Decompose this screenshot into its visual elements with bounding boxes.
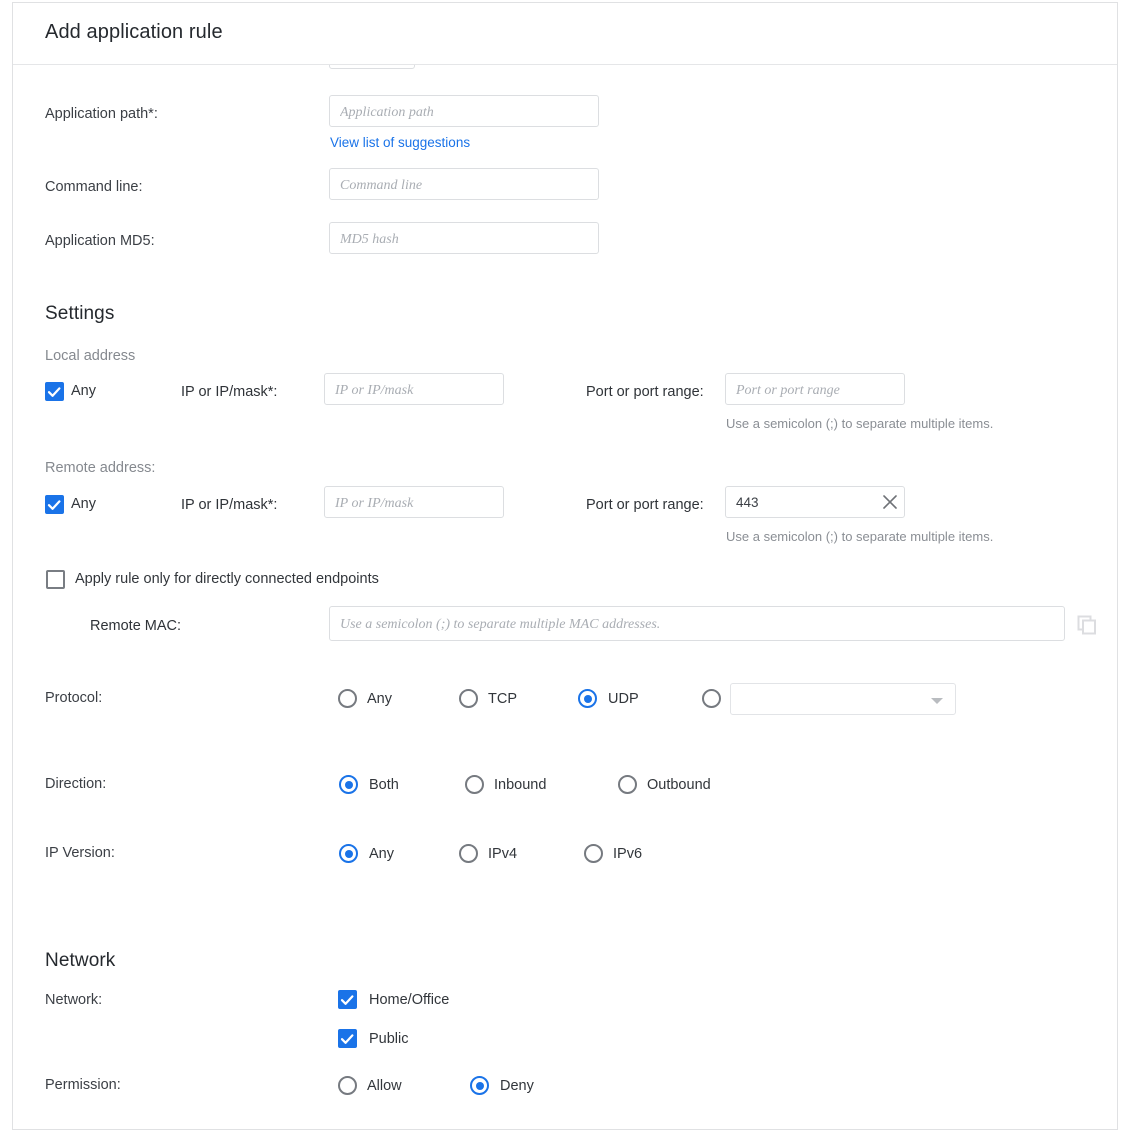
- remote-ip-label: IP or IP/mask*:: [181, 497, 277, 513]
- remote-port-input[interactable]: [725, 486, 905, 518]
- clipped-field-above[interactable]: [329, 65, 415, 69]
- protocol-custom-select[interactable]: [730, 683, 956, 715]
- check-icon: [47, 385, 62, 399]
- add-application-rule-dialog: Add application rule Application path*: …: [12, 2, 1118, 1130]
- direction-label-inbound: Inbound: [494, 777, 546, 793]
- command-line-input[interactable]: [329, 168, 599, 200]
- ip-version-label: IP Version:: [45, 845, 115, 861]
- close-icon: [879, 491, 901, 513]
- local-ip-input[interactable]: [324, 373, 504, 405]
- check-icon: [340, 1032, 355, 1046]
- remote-mac-label: Remote MAC:: [90, 618, 181, 634]
- local-port-input[interactable]: [725, 373, 905, 405]
- remote-port-label: Port or port range:: [586, 497, 704, 513]
- ip-version-radio-any[interactable]: [339, 844, 358, 863]
- permission-label-allow: Allow: [367, 1078, 402, 1094]
- settings-section-title: Settings: [45, 303, 114, 325]
- application-md5-label: Application MD5:: [45, 233, 155, 249]
- protocol-label-any: Any: [367, 691, 392, 707]
- network-checkbox-public[interactable]: [338, 1029, 357, 1048]
- remote-port-clear-button[interactable]: [879, 491, 901, 513]
- remote-mac-input[interactable]: [329, 606, 1065, 641]
- protocol-label-tcp: TCP: [488, 691, 517, 707]
- remote-address-group-label: Remote address:: [45, 460, 155, 476]
- remote-port-hint: Use a semicolon (;) to separate multiple…: [726, 529, 993, 544]
- protocol-radio-custom[interactable]: [702, 689, 721, 708]
- protocol-radio-udp[interactable]: [578, 689, 597, 708]
- local-port-label: Port or port range:: [586, 384, 704, 400]
- directly-connected-endpoints-checkbox[interactable]: [46, 570, 65, 589]
- ip-version-radio-ipv6[interactable]: [584, 844, 603, 863]
- dialog-header: Add application rule: [13, 3, 1117, 65]
- permission-label-deny: Deny: [500, 1078, 534, 1094]
- application-path-input[interactable]: [329, 95, 599, 127]
- local-ip-label: IP or IP/mask*:: [181, 384, 277, 400]
- direction-radio-inbound[interactable]: [465, 775, 484, 794]
- direction-label-both: Both: [369, 777, 399, 793]
- application-md5-input[interactable]: [329, 222, 599, 254]
- permission-radio-deny[interactable]: [470, 1076, 489, 1095]
- local-any-checkbox[interactable]: [45, 382, 64, 401]
- copy-icon[interactable]: [1075, 613, 1099, 642]
- ip-version-label-ipv4: IPv4: [488, 846, 517, 862]
- command-line-label: Command line:: [45, 179, 143, 195]
- dialog-body: Application path*: View list of suggesti…: [13, 65, 1117, 1129]
- network-checkbox-home-office[interactable]: [338, 990, 357, 1009]
- view-list-of-suggestions-link[interactable]: View list of suggestions: [330, 135, 470, 150]
- local-port-hint: Use a semicolon (;) to separate multiple…: [726, 416, 993, 431]
- network-label: Network:: [45, 992, 102, 1008]
- local-any-label: Any: [71, 383, 96, 399]
- permission-radio-allow[interactable]: [338, 1076, 357, 1095]
- page-title: Add application rule: [45, 21, 223, 44]
- direction-radio-both[interactable]: [339, 775, 358, 794]
- network-label-public: Public: [369, 1031, 409, 1047]
- ip-version-radio-ipv4[interactable]: [459, 844, 478, 863]
- directly-connected-endpoints-label: Apply rule only for directly connected e…: [75, 571, 379, 587]
- ip-version-label-any: Any: [369, 846, 394, 862]
- local-address-group-label: Local address: [45, 348, 135, 364]
- network-label-home-office: Home/Office: [369, 992, 449, 1008]
- chevron-down-icon: [931, 698, 943, 704]
- application-path-label: Application path*:: [45, 106, 158, 122]
- remote-ip-input[interactable]: [324, 486, 504, 518]
- direction-label-outbound: Outbound: [647, 777, 711, 793]
- protocol-radio-tcp[interactable]: [459, 689, 478, 708]
- protocol-label-udp: UDP: [608, 691, 639, 707]
- protocol-label: Protocol:: [45, 690, 102, 706]
- permission-label: Permission:: [45, 1077, 121, 1093]
- ip-version-label-ipv6: IPv6: [613, 846, 642, 862]
- check-icon: [340, 993, 355, 1007]
- remote-any-label: Any: [71, 496, 96, 512]
- check-icon: [47, 498, 62, 512]
- direction-radio-outbound[interactable]: [618, 775, 637, 794]
- network-section-title: Network: [45, 950, 115, 972]
- direction-label: Direction:: [45, 776, 106, 792]
- remote-any-checkbox[interactable]: [45, 495, 64, 514]
- protocol-radio-any[interactable]: [338, 689, 357, 708]
